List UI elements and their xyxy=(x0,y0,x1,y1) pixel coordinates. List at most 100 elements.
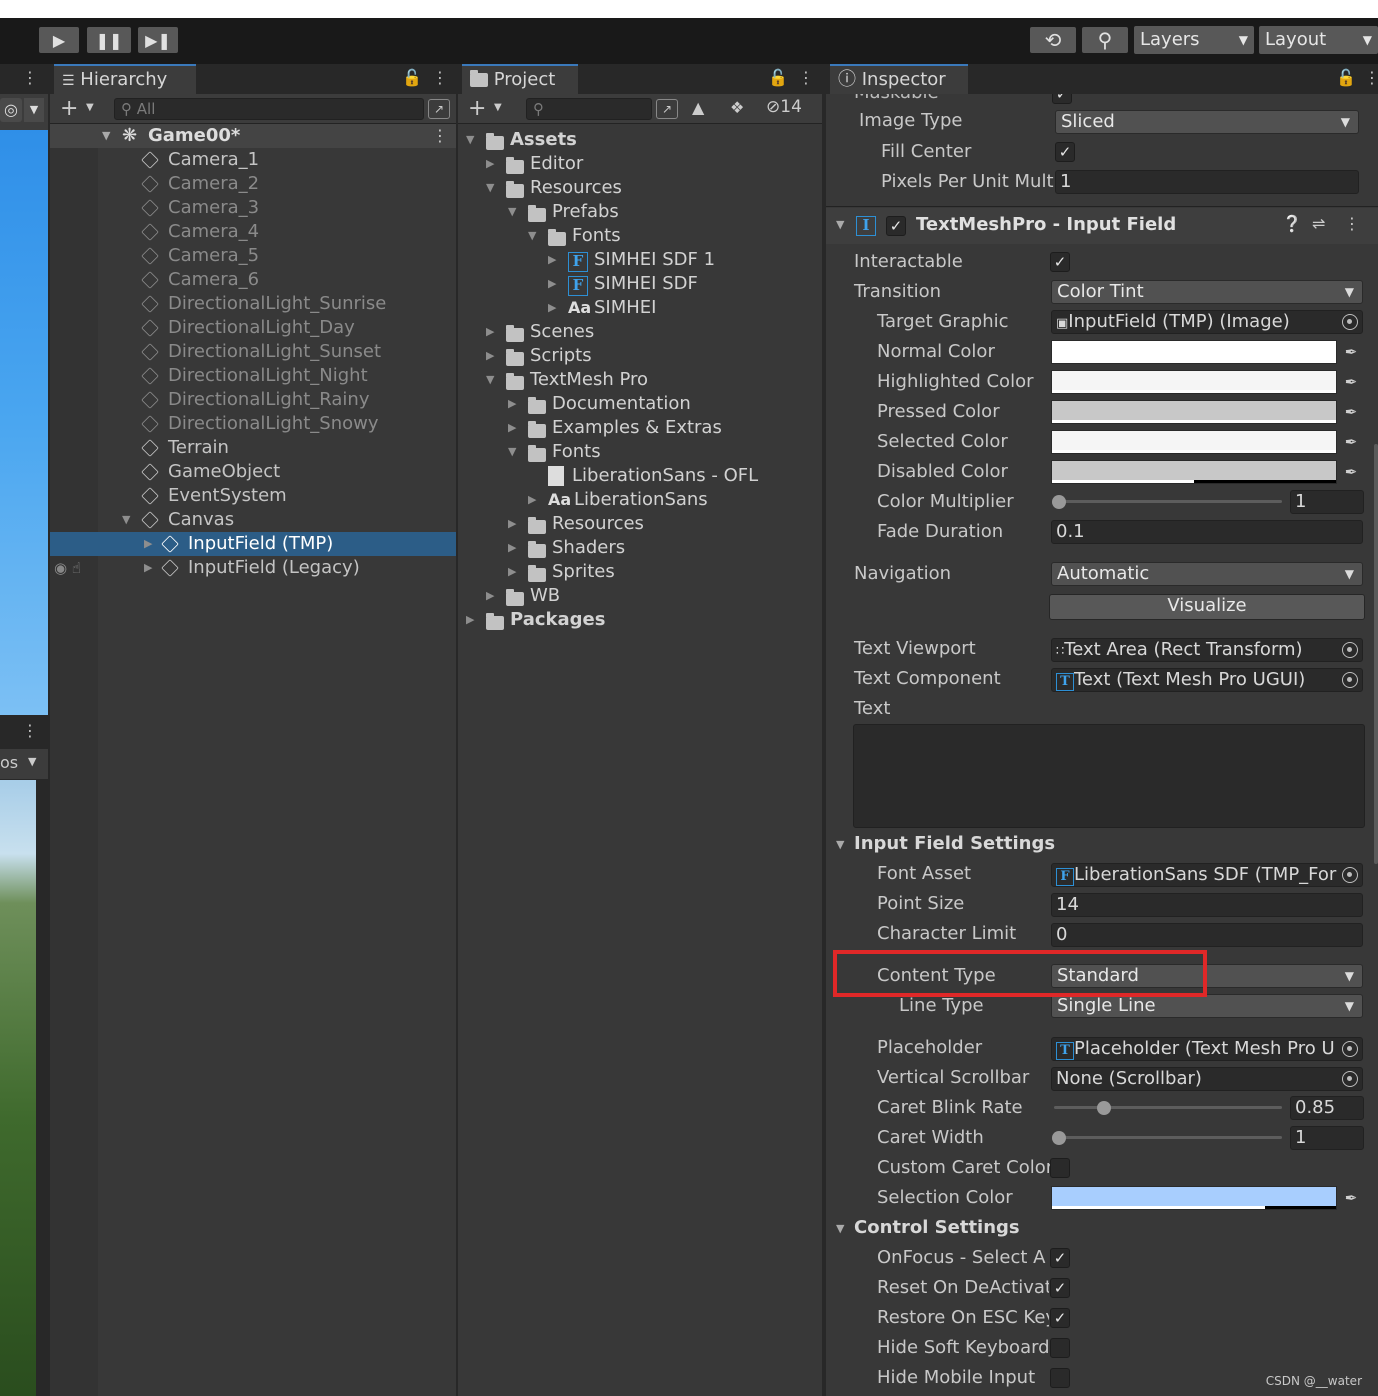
expand-arrow-icon[interactable]: ▼ xyxy=(102,124,110,148)
project-tree-item[interactable]: ▼ Fonts xyxy=(458,224,822,248)
interactable-checkbox[interactable]: ✓ xyxy=(1050,252,1070,272)
object-picker-icon[interactable] xyxy=(1342,314,1358,330)
expand-arrow-icon[interactable]: ▼ xyxy=(508,440,516,464)
component-enabled-checkbox[interactable]: ✓ xyxy=(886,216,906,236)
control-settings-header[interactable]: Control Settings xyxy=(854,1217,1020,1238)
eyedropper-icon[interactable]: ✒ xyxy=(1339,1186,1363,1210)
custom-caret-color-checkbox[interactable] xyxy=(1050,1158,1070,1178)
color-swatch-field[interactable] xyxy=(1051,400,1337,424)
caret-blink-rate-slider[interactable] xyxy=(1054,1106,1282,1109)
color-swatch-field[interactable] xyxy=(1051,340,1337,364)
caret-width-field[interactable]: 1 xyxy=(1290,1126,1364,1150)
control-setting-checkbox[interactable] xyxy=(1050,1338,1070,1358)
scene-search-icon[interactable]: ↗ xyxy=(656,99,678,119)
eyedropper-icon[interactable]: ✒ xyxy=(1339,340,1363,364)
character-limit-field[interactable]: 0 xyxy=(1051,923,1363,947)
text-component-field[interactable]: T Text (Text Mesh Pro UGUI) xyxy=(1051,668,1363,692)
input-field-settings-header[interactable]: Input Field Settings xyxy=(854,833,1055,854)
hierarchy-item[interactable]: Camera_6 xyxy=(50,268,456,292)
hierarchy-item[interactable]: Camera_2 xyxy=(50,172,456,196)
expand-arrow-icon[interactable]: ▼ xyxy=(528,224,536,248)
hierarchy-item[interactable]: Terrain xyxy=(50,436,456,460)
more-icon[interactable]: ⋮ xyxy=(432,124,448,148)
hierarchy-search-input[interactable]: ⚲ All xyxy=(114,98,424,120)
hierarchy-item[interactable]: DirectionalLight_Rainy xyxy=(50,388,456,412)
placeholder-field[interactable]: T Placeholder (Text Mesh Pro U xyxy=(1051,1037,1363,1061)
expand-arrow-icon[interactable]: ▼ xyxy=(486,176,494,200)
hidden-packages-button[interactable]: ⊘14 xyxy=(766,97,802,117)
project-search-input[interactable]: ⚲ xyxy=(526,98,652,120)
object-picker-icon[interactable] xyxy=(1342,642,1358,658)
object-picker-icon[interactable] xyxy=(1342,867,1358,883)
navigation-dropdown[interactable]: Automatic ▼ xyxy=(1051,562,1363,586)
font-asset-field[interactable]: F LiberationSans SDF (TMP_For xyxy=(1051,863,1363,887)
globe-icon[interactable]: ◎ xyxy=(0,98,22,122)
expand-arrow-icon[interactable]: ▶ xyxy=(508,512,516,536)
hierarchy-item[interactable]: ▶ InputField (TMP) xyxy=(50,532,456,556)
control-setting-checkbox[interactable] xyxy=(1050,1368,1070,1388)
project-tree-item[interactable]: ▼ Assets xyxy=(458,128,822,152)
chevron-down-icon[interactable]: ▼ xyxy=(86,102,94,113)
image-type-dropdown[interactable]: Sliced ▼ xyxy=(1055,110,1359,134)
expand-arrow-icon[interactable]: ▼ xyxy=(466,128,474,152)
expand-arrow-icon[interactable]: ▶ xyxy=(486,320,494,344)
caret-blink-rate-field[interactable]: 0.85 xyxy=(1290,1096,1364,1120)
hierarchy-item[interactable]: GameObject xyxy=(50,460,456,484)
control-setting-checkbox[interactable]: ✓ xyxy=(1050,1308,1070,1328)
color-multiplier-slider[interactable] xyxy=(1054,500,1282,503)
text-area-input[interactable] xyxy=(853,724,1365,828)
color-multiplier-field[interactable]: 1 xyxy=(1290,490,1364,514)
pause-button[interactable]: ❚❚ xyxy=(87,27,131,53)
object-picker-icon[interactable] xyxy=(1342,672,1358,688)
expand-arrow-icon[interactable]: ▶ xyxy=(508,536,516,560)
selection-color-field[interactable] xyxy=(1051,1186,1337,1210)
more-icon[interactable]: ⋮ xyxy=(1364,68,1378,87)
expand-arrow-icon[interactable]: ▶ xyxy=(486,152,494,176)
project-tree-item[interactable]: ▼ Fonts xyxy=(458,440,822,464)
visualize-button[interactable]: Visualize xyxy=(1049,594,1365,620)
inspector-scrollbar[interactable] xyxy=(1374,444,1378,864)
collapse-arrow-icon[interactable]: ▼ xyxy=(836,1222,844,1235)
caret-blink-rate-knob[interactable] xyxy=(1097,1101,1112,1115)
vertical-scrollbar-field[interactable]: None (Scrollbar) xyxy=(1051,1067,1363,1091)
project-tree-item[interactable]: ▶ F SIMHEI SDF xyxy=(458,272,822,296)
expand-arrow-icon[interactable]: ▼ xyxy=(508,200,516,224)
control-setting-checkbox[interactable]: ✓ xyxy=(1050,1248,1070,1268)
hierarchy-item[interactable]: DirectionalLight_Day xyxy=(50,316,456,340)
project-tree-item[interactable]: ▶ Aa SIMHEI xyxy=(458,296,822,320)
caret-width-slider[interactable] xyxy=(1054,1136,1282,1139)
hierarchy-item[interactable]: ▼ Canvas xyxy=(50,508,456,532)
project-tree-item[interactable]: ▶ F SIMHEI SDF 1 xyxy=(458,248,822,272)
step-button[interactable]: ▶❚ xyxy=(138,27,178,53)
project-tree-item[interactable]: ▼ Prefabs xyxy=(458,200,822,224)
expand-arrow-icon[interactable]: ▶ xyxy=(508,560,516,584)
add-icon[interactable]: + xyxy=(468,96,486,121)
project-tree-item[interactable]: ▼ Resources xyxy=(458,176,822,200)
expand-arrow-icon[interactable]: ▶ xyxy=(528,488,536,512)
color-swatch-field[interactable] xyxy=(1051,370,1337,394)
expand-arrow-icon[interactable]: ▶ xyxy=(548,272,556,296)
collapse-arrow-icon[interactable]: ▼ xyxy=(836,838,844,851)
eyedropper-icon[interactable]: ✒ xyxy=(1339,430,1363,454)
layers-dropdown[interactable]: Layers ▼ xyxy=(1134,26,1254,54)
play-button[interactable]: ▶ xyxy=(39,27,79,53)
expand-arrow-icon[interactable]: ▶ xyxy=(548,296,556,320)
more-icon[interactable]: ⋮ xyxy=(798,68,814,87)
lock-icon[interactable]: 🔓 xyxy=(402,68,422,87)
project-tree-item[interactable]: ▶ Shaders xyxy=(458,536,822,560)
collapse-arrow-icon[interactable]: ▼ xyxy=(836,218,844,231)
hierarchy-item[interactable]: DirectionalLight_Night xyxy=(50,364,456,388)
project-tree-item[interactable]: ▶ Examples & Extras xyxy=(458,416,822,440)
project-tree-item[interactable]: ▶ Documentation xyxy=(458,392,822,416)
more-icon[interactable]: ⋮ xyxy=(432,68,448,87)
color-swatch-field[interactable] xyxy=(1051,460,1337,484)
search-button[interactable]: ⚲ xyxy=(1082,27,1128,53)
caret-width-knob[interactable] xyxy=(1052,1131,1066,1145)
project-tree-item[interactable]: ▼ TextMesh Pro xyxy=(458,368,822,392)
expand-arrow-icon[interactable]: ▶ xyxy=(486,344,494,368)
object-picker-icon[interactable] xyxy=(1342,1071,1358,1087)
control-setting-checkbox[interactable]: ✓ xyxy=(1050,1278,1070,1298)
expand-arrow-icon[interactable]: ▼ xyxy=(122,508,130,532)
project-tree-item[interactable]: ▶ Packages xyxy=(458,608,822,632)
object-picker-icon[interactable] xyxy=(1342,1041,1358,1057)
